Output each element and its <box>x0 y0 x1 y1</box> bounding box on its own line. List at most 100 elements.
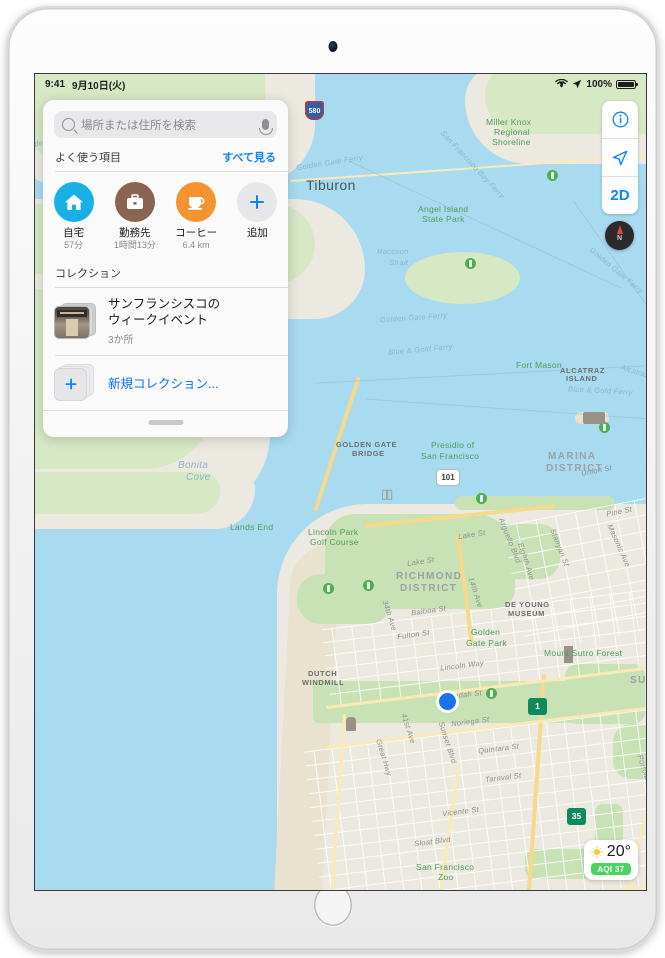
favorite-home[interactable]: 自宅 57分 <box>43 181 104 252</box>
favorite-add-label: 追加 <box>246 226 268 239</box>
map-label-ferry: Strait <box>389 258 409 267</box>
favorite-coffee-label: コーヒー <box>175 226 218 239</box>
park-pin-golden-gate-park[interactable] <box>486 688 497 699</box>
search-input[interactable]: 場所または住所を検索 <box>54 111 277 138</box>
home-button[interactable] <box>313 884 352 926</box>
search-panel: 場所または住所を検索 よく使う項目 すべて見る 自宅 57分 勤務先 1時間13… <box>43 100 288 438</box>
map-label-park: Regional <box>494 127 530 137</box>
new-collection-icon <box>55 364 97 400</box>
golden-gate-bridge-icon: ▯▯ <box>381 486 393 501</box>
map-label-district: MARINA <box>548 451 597 462</box>
park-pin-angel-island[interactable] <box>465 258 476 269</box>
location-arrow-icon <box>573 79 582 89</box>
map-label-poi: BRIDGE <box>352 449 385 458</box>
park-pin-lands-end[interactable] <box>323 583 334 594</box>
map-label-district: SUTRO <box>630 675 646 686</box>
map-label-poi: DE YOUNG <box>505 600 550 609</box>
collection-item[interactable]: サンフランシスコの ウィークイベント 3か所 <box>43 288 288 355</box>
map-controls: 2D <box>602 101 638 214</box>
battery-percent: 100% <box>586 78 612 90</box>
map-label-park: Gate Park <box>466 638 507 648</box>
map-label-city: Tiburon <box>306 177 356 193</box>
wifi-icon-glyph <box>555 79 569 88</box>
map-label-park: Shoreline <box>492 137 531 147</box>
map-label-park: Fort Mason <box>516 360 562 370</box>
search-icon <box>62 118 75 131</box>
map-label-park: Lands End <box>230 522 274 532</box>
new-collection-button[interactable]: 新規コレクション... <box>43 356 288 410</box>
briefcase-icon <box>114 181 155 222</box>
collection-title-line2: ウィークイベント <box>108 313 209 328</box>
favorite-add[interactable]: 追加 <box>227 181 288 252</box>
status-time: 9:41 <box>45 78 66 90</box>
new-collection-label: 新規コレクション... <box>108 376 219 391</box>
compass-icon[interactable]: N <box>605 221 634 250</box>
alcatraz-icon <box>583 412 605 424</box>
map-label-ferry: Raccoon <box>377 247 409 256</box>
locate-me-button[interactable] <box>602 139 638 177</box>
map-label-park: Zoo <box>438 872 454 882</box>
map-label-poi: ISLAND <box>566 374 598 383</box>
land-angel-island <box>405 252 520 304</box>
map-label-district: RICHMOND <box>396 571 463 582</box>
weather-widget[interactable]: 20° AQI 37 <box>583 840 638 880</box>
favorites-header: よく使う項目 すべて見る <box>43 147 288 171</box>
screen: ▯▯ TiburonlvederesalitoMiller KnoxRegion… <box>35 74 646 890</box>
map-label-park: State Park <box>422 214 465 224</box>
current-location-dot <box>439 693 456 710</box>
coffee-cup-icon <box>176 181 217 222</box>
drag-handle-icon[interactable] <box>148 420 183 426</box>
highway-shield-interstate: 580 <box>305 101 324 120</box>
park-pin-miller-knox[interactable] <box>547 170 558 181</box>
front-camera <box>328 41 337 52</box>
collection-place-count: 3か所 <box>108 335 134 347</box>
map-label-park: Lincoln Park <box>308 527 359 537</box>
map-label-park: San Francisco <box>421 451 480 461</box>
ipad-device: ▯▯ TiburonlvederesalitoMiller KnoxRegion… <box>8 8 657 950</box>
photo-stack-icon <box>55 303 97 339</box>
map-label-poi: GOLDEN GATE <box>336 440 398 449</box>
info-circle-icon[interactable] <box>602 101 638 139</box>
favorite-coffee[interactable]: コーヒー 6.4 km <box>166 181 227 252</box>
map-label-district: DISTRICT <box>400 583 458 594</box>
map-label-poi: DUTCH <box>308 669 338 678</box>
favorite-work[interactable]: 勤務先 1時間13分 <box>104 181 165 252</box>
favorites-see-all-link[interactable]: すべて見る <box>222 149 276 165</box>
favorite-work-eta: 1時間13分 <box>113 239 156 250</box>
panel-footer <box>43 410 288 437</box>
favorite-work-label: 勤務先 <box>119 226 151 239</box>
sun-icon <box>591 846 604 859</box>
status-bar: 9:41 9月10日(火) ▾ 100% <box>35 74 646 94</box>
collections-header: コレクション <box>43 261 288 287</box>
green-lincoln-park <box>297 574 392 624</box>
map-label-park: Mount Sutro Forest <box>544 648 623 658</box>
favorites-title: よく使う項目 <box>55 152 121 164</box>
favorites-row: 自宅 57分 勤務先 1時間13分 コーヒー 6.4 km 追加 <box>43 172 288 262</box>
map-label-park: Angel Island <box>418 204 469 214</box>
favorite-coffee-distance: 6.4 km <box>182 239 210 250</box>
map-label-park: Golf Course <box>310 537 359 547</box>
map-label-park: Miller Knox <box>486 117 532 127</box>
favorite-home-eta: 57分 <box>64 239 84 250</box>
battery-full-icon <box>616 79 638 89</box>
map-label-cove: Cove <box>186 472 211 483</box>
temperature-value: 20° <box>606 843 631 860</box>
aqi-badge: AQI 37 <box>590 863 631 875</box>
search-placeholder: 場所または住所を検索 <box>81 119 196 132</box>
map-label-park: San Francisco <box>416 862 475 872</box>
status-date: 9月10日(火) <box>72 80 126 92</box>
dutch-windmill-icon <box>346 717 356 731</box>
house-icon <box>53 181 94 222</box>
park-pin-presidio[interactable] <box>476 493 487 504</box>
highway-shield-state: 35 <box>567 808 586 825</box>
favorite-home-label: 自宅 <box>63 226 85 239</box>
microphone-icon[interactable] <box>259 119 274 135</box>
collection-title-line1: サンフランシスコの <box>108 296 221 311</box>
plus-icon <box>237 181 278 222</box>
park-pin-lincoln-park[interactable] <box>363 580 374 591</box>
map-label-park: Presidio of <box>431 440 475 450</box>
map-label-poi: MUSEUM <box>508 609 545 618</box>
collections-title: コレクション <box>55 268 121 281</box>
map-2d-button[interactable]: 2D <box>602 177 638 214</box>
map-label-park: Golden <box>471 627 501 637</box>
